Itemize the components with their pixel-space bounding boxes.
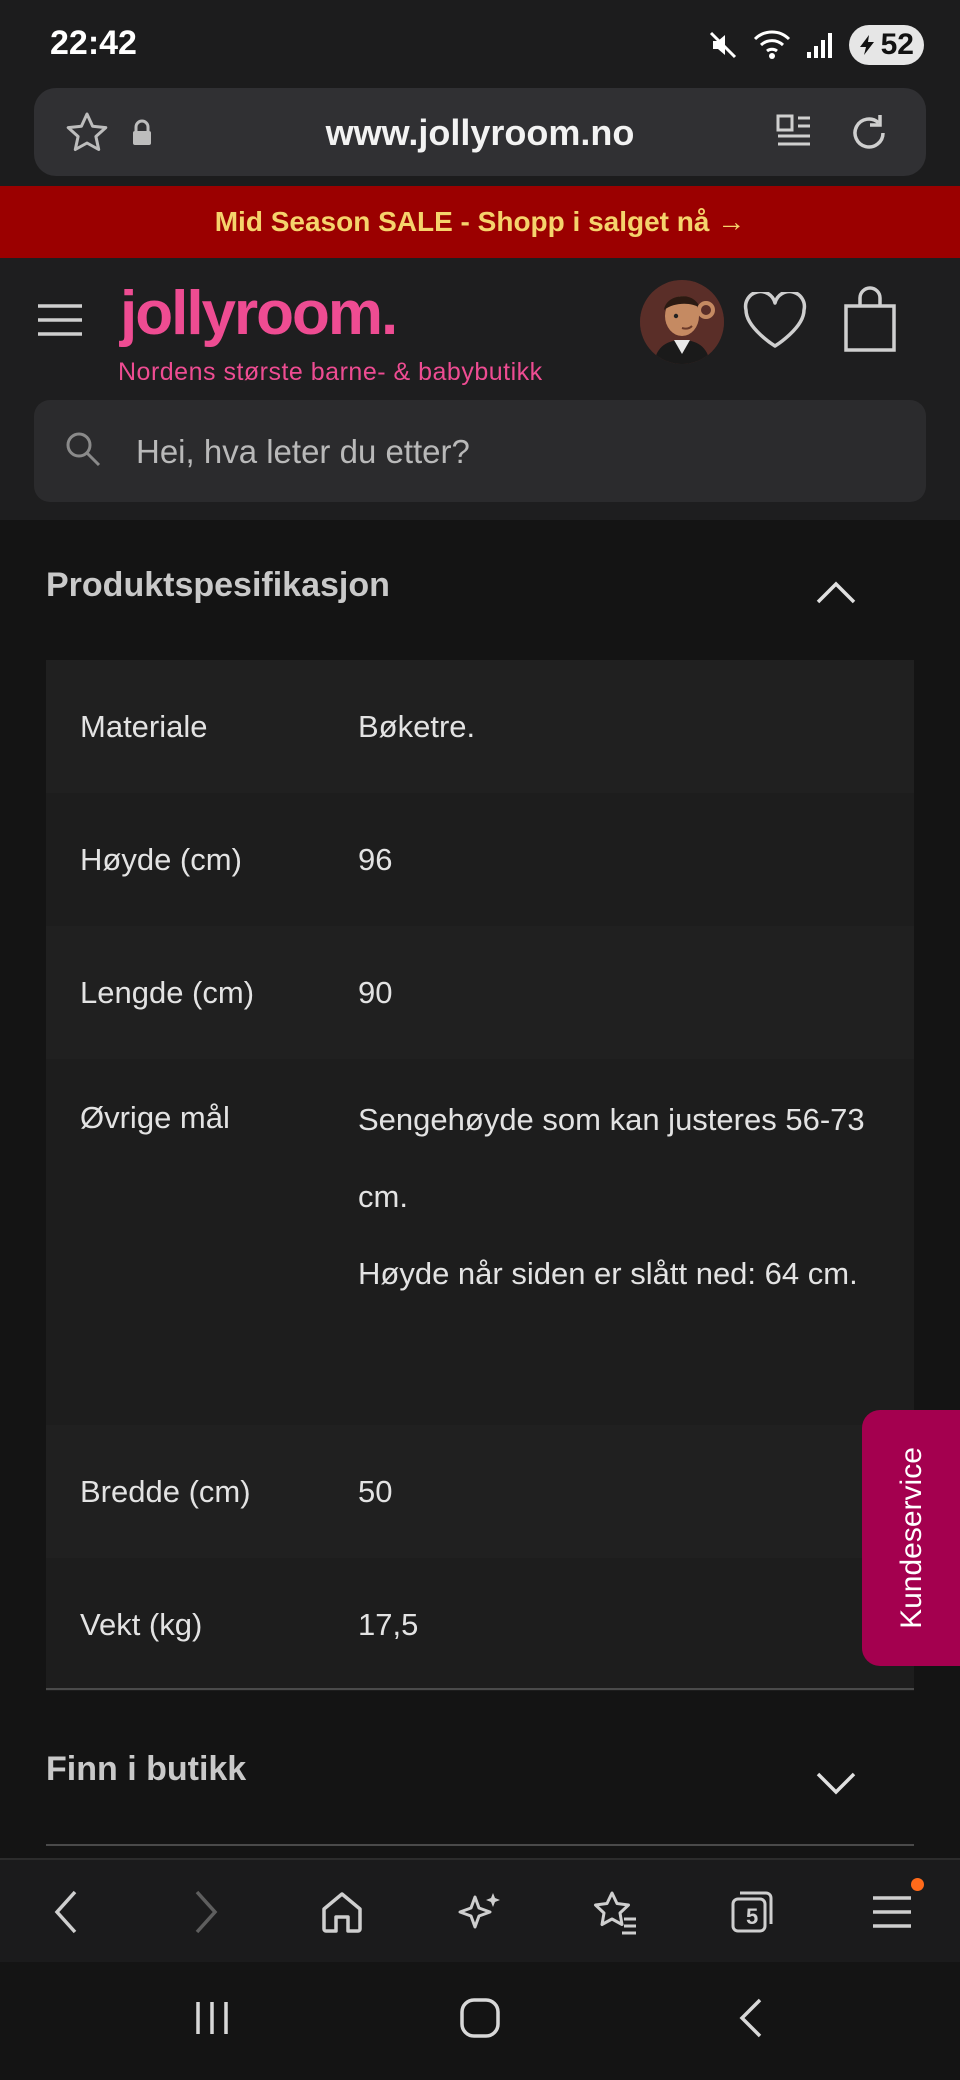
avatar[interactable] bbox=[640, 280, 724, 364]
reader-icon[interactable] bbox=[774, 110, 814, 154]
spec-label: Øvrige mål bbox=[80, 1100, 230, 1135]
spec-value: 96 bbox=[358, 841, 393, 877]
browser-bottom-nav: 5 bbox=[0, 1858, 960, 1964]
search-input[interactable] bbox=[134, 400, 898, 504]
back-icon[interactable] bbox=[36, 1882, 96, 1942]
store-section-title[interactable]: Finn i butikk bbox=[46, 1750, 246, 1789]
logo[interactable]: jollyroom. bbox=[120, 278, 398, 349]
spec-value: 50 bbox=[358, 1473, 393, 1509]
spec-row-ovrige-mal: Øvrige mål Sengehøyde som kan justeres 5… bbox=[46, 1059, 914, 1425]
kundeservice-button[interactable]: Kundeservice bbox=[862, 1410, 960, 1666]
system-nav-bar bbox=[0, 1962, 960, 2080]
spec-label: Vekt (kg) bbox=[80, 1606, 203, 1642]
wifi-icon bbox=[753, 29, 791, 61]
spec-value: 17,5 bbox=[358, 1606, 419, 1642]
sale-banner[interactable]: Mid Season SALE - Shopp i salget nå → bbox=[0, 186, 960, 258]
spec-value: Bøketre. bbox=[358, 708, 476, 744]
tabs-icon[interactable]: 5 bbox=[722, 1882, 782, 1942]
spec-row-vekt: Vekt (kg) 17,5 bbox=[46, 1558, 914, 1691]
tagline: Nordens største barne- & babybutikk bbox=[118, 358, 543, 386]
heart-icon[interactable] bbox=[742, 292, 808, 350]
forward-icon[interactable] bbox=[176, 1882, 236, 1942]
recent-apps-icon[interactable] bbox=[192, 1996, 232, 2040]
menu-icon[interactable] bbox=[36, 302, 84, 338]
battery-icon: 52 bbox=[848, 25, 924, 65]
kundeservice-label[interactable]: Kundeservice bbox=[895, 1447, 929, 1629]
mute-icon bbox=[707, 29, 739, 61]
signal-icon bbox=[805, 30, 835, 60]
home-button-icon[interactable] bbox=[458, 1996, 502, 2040]
status-bar: 22:42 52 bbox=[0, 0, 960, 88]
spec-section-title[interactable]: Produktspesifikasjon bbox=[46, 566, 390, 605]
spec-value-line: Sengehøyde som kan justeres 56-73 cm. bbox=[358, 1102, 865, 1214]
spec-value: 90 bbox=[358, 974, 393, 1010]
spec-row-lengde: Lengde (cm) 90 bbox=[46, 926, 914, 1059]
status-time: 22:42 bbox=[50, 24, 137, 62]
spec-label: Lengde (cm) bbox=[80, 974, 255, 1010]
spec-value: Sengehøyde som kan justeres 56-73 cm. Hø… bbox=[358, 1081, 914, 1312]
section-divider bbox=[46, 1688, 914, 1690]
spec-label: Bredde (cm) bbox=[80, 1473, 251, 1509]
bag-icon[interactable] bbox=[842, 286, 898, 354]
spec-row-bredde: Bredde (cm) 50 bbox=[46, 1425, 914, 1558]
tabs-count: 5 bbox=[746, 1904, 759, 1929]
spec-value-line: Høyde når siden er slått ned: 64 cm. bbox=[358, 1256, 858, 1291]
system-back-icon[interactable] bbox=[734, 1996, 768, 2040]
search-icon bbox=[64, 430, 104, 470]
status-icons: 52 bbox=[707, 22, 924, 68]
browser-toolbar: www.jollyroom.no bbox=[0, 88, 960, 186]
site-header: jollyroom. Nordens største barne- & baby… bbox=[0, 258, 960, 520]
battery-level: 52 bbox=[880, 28, 914, 61]
sale-banner-text[interactable]: Mid Season SALE - Shopp i salget nå → bbox=[215, 206, 746, 238]
chevron-up-icon[interactable] bbox=[814, 580, 858, 606]
spec-table: Materiale Bøketre. Høyde (cm) 96 Lengde … bbox=[46, 660, 914, 1691]
product-details: Produktspesifikasjon Materiale Bøketre. … bbox=[0, 520, 960, 1858]
chevron-down-icon[interactable] bbox=[814, 1770, 858, 1796]
spec-row-hoyde: Høyde (cm) 96 bbox=[46, 793, 914, 926]
search-bar[interactable] bbox=[34, 400, 926, 504]
home-icon[interactable] bbox=[312, 1882, 372, 1942]
reload-icon[interactable] bbox=[846, 110, 892, 156]
bookmarks-icon[interactable] bbox=[586, 1882, 646, 1942]
spec-label: Materiale bbox=[80, 708, 208, 744]
spec-label: Høyde (cm) bbox=[80, 841, 242, 877]
spec-row-materiale: Materiale Bøketre. bbox=[46, 660, 914, 793]
address-bar[interactable]: www.jollyroom.no bbox=[34, 88, 926, 176]
ai-sparkle-icon[interactable] bbox=[450, 1882, 510, 1942]
browser-menu-icon[interactable] bbox=[862, 1882, 922, 1942]
section-divider bbox=[46, 1844, 914, 1846]
notification-dot bbox=[911, 1878, 924, 1891]
